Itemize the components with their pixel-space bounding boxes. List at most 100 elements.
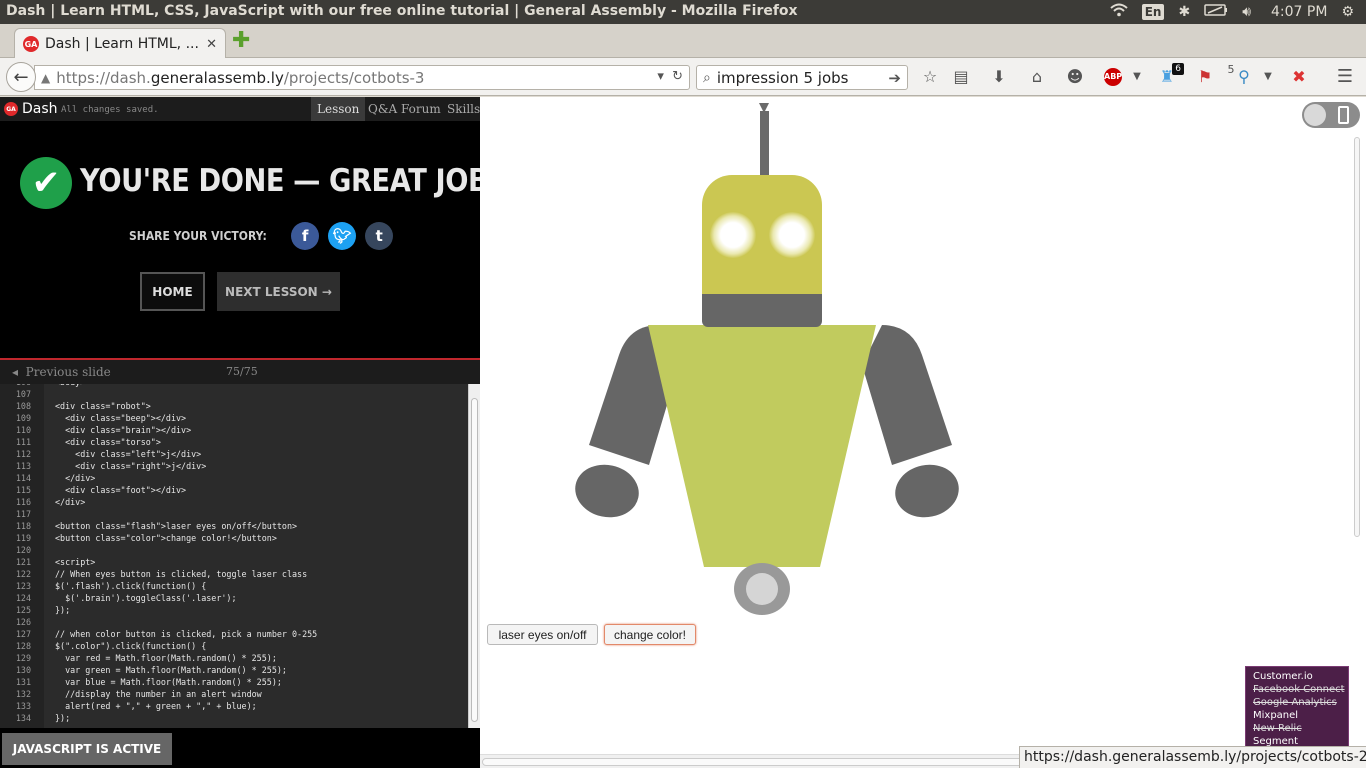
- new-tab-plus-icon[interactable]: ✚: [232, 30, 250, 52]
- chat-icon[interactable]: ☻: [1064, 67, 1086, 87]
- close-tab-icon[interactable]: ✕: [206, 37, 217, 52]
- tab-strip: GA Dash | Learn HTML, ... ✕ ✚: [0, 24, 1366, 59]
- robot-antenna: [760, 111, 769, 175]
- browser-tab[interactable]: GA Dash | Learn HTML, ... ✕: [14, 28, 226, 59]
- extension-puzzle-icon[interactable]: ✖: [1288, 67, 1310, 87]
- menu-hamburger-icon[interactable]: ☰: [1334, 67, 1356, 87]
- preview-vertical-scrollbar[interactable]: [1352, 137, 1362, 537]
- clock[interactable]: 4:07 PM: [1271, 4, 1327, 20]
- wifi-icon[interactable]: [1110, 3, 1128, 21]
- arrow-left-icon: ←: [13, 66, 29, 88]
- code-text: <div class="left">j</div>: [55, 449, 202, 459]
- javascript-status-button[interactable]: JAVASCRIPT IS ACTIVE: [2, 733, 172, 765]
- line-number: 108: [15, 401, 31, 411]
- keyboard-layout-indicator[interactable]: En: [1141, 4, 1165, 20]
- network-extension-icon[interactable]: ⚲: [1233, 67, 1255, 87]
- robot-foot-inner: [746, 573, 778, 605]
- line-number: 114: [15, 473, 31, 483]
- laser-eyes-button[interactable]: laser eyes on/off: [487, 624, 598, 645]
- home-button[interactable]: HOME: [140, 272, 205, 311]
- search-bar[interactable]: ⌕ impression 5 jobs ➔: [696, 65, 908, 90]
- url-dropdown-reload-icon[interactable]: ▾ ↻: [657, 69, 683, 84]
- horizontal-scrollbar-thumb[interactable]: [482, 758, 1042, 766]
- analytics-service-item[interactable]: New Relic: [1253, 722, 1348, 735]
- adblock-plus-icon[interactable]: ABP: [1104, 68, 1122, 86]
- ga-favicon-icon: GA: [23, 36, 39, 52]
- code-text: <button class="color">change color!</but…: [55, 533, 277, 543]
- code-scrollbar-thumb[interactable]: [471, 398, 478, 722]
- code-text: var green = Math.floor(Math.random() * 2…: [55, 665, 287, 675]
- line-number: 120: [15, 545, 31, 555]
- next-lesson-button[interactable]: NEXT LESSON →: [217, 272, 340, 311]
- system-tray: En ✱ 🔊︎ 4:07 PM ⚙: [1110, 0, 1366, 24]
- line-number: 125: [15, 605, 31, 615]
- analytics-service-item[interactable]: Facebook Connect: [1253, 683, 1348, 696]
- code-text: //display the number in an alert window: [55, 689, 262, 699]
- adblock-dropdown-icon[interactable]: ▼: [1126, 67, 1148, 87]
- code-editor[interactable]: 106<body>107108<div class="robot">109 <d…: [0, 384, 480, 728]
- facebook-share-icon[interactable]: f: [291, 222, 320, 250]
- battery-icon[interactable]: [1204, 4, 1228, 20]
- code-text: });: [55, 605, 71, 615]
- line-number: 115: [15, 485, 31, 495]
- code-line: 117: [0, 508, 468, 520]
- line-number: 133: [15, 701, 31, 711]
- code-line: 108 <div class="robot">: [0, 400, 468, 412]
- code-line: 121 <script>: [0, 556, 468, 568]
- bookmarks-list-icon[interactable]: ▤: [950, 67, 972, 87]
- code-line: 109 <div class="beep"></div>: [0, 412, 468, 424]
- mobile-view-toggle[interactable]: [1302, 102, 1360, 128]
- code-editor-scrollbar[interactable]: [468, 384, 480, 728]
- robot-torso: [648, 325, 876, 567]
- code-text: <div class="beep"></div>: [55, 413, 187, 423]
- code-line: 107: [0, 388, 468, 400]
- twitter-share-icon[interactable]: 🐦︎: [328, 222, 357, 250]
- home-icon[interactable]: ⌂: [1026, 67, 1048, 87]
- url-bar[interactable]: ▲ https://dash. generalassemb.ly/projects…: [34, 65, 690, 90]
- line-number: 132: [15, 689, 31, 699]
- change-color-button[interactable]: change color!: [604, 624, 696, 645]
- tab-qa-forum[interactable]: Q&A Forum: [362, 97, 447, 121]
- line-number: 134: [15, 713, 31, 723]
- checkmark-icon: ✔: [20, 157, 72, 209]
- gear-icon[interactable]: ⚙: [1341, 4, 1354, 20]
- code-text: <div class="brain"></div>: [55, 425, 192, 435]
- bluetooth-icon[interactable]: ✱: [1178, 4, 1190, 20]
- code-line: 129 var red = Math.floor(Math.random() *…: [0, 652, 468, 664]
- site-identity-warning-icon[interactable]: ▲: [41, 71, 50, 85]
- vertical-scrollbar-thumb[interactable]: [1354, 137, 1360, 537]
- window-title: Dash | Learn HTML, CSS, JavaScript with …: [6, 3, 798, 19]
- flag-extension-icon[interactable]: ⚑: [1194, 67, 1216, 87]
- line-number: 113: [15, 461, 31, 471]
- ghostery-icon[interactable]: ♜ 6: [1156, 63, 1184, 87]
- downloads-icon[interactable]: ⬇: [988, 67, 1010, 87]
- dash-logo[interactable]: GA Dash: [4, 101, 58, 117]
- bookmark-star-icon[interactable]: ☆: [919, 67, 941, 87]
- line-number: 131: [15, 677, 31, 687]
- search-icon: ⌕: [703, 69, 711, 86]
- line-number: 129: [15, 653, 31, 663]
- slide-navigation: ◂ Previous slide 75/75: [0, 358, 480, 384]
- back-button[interactable]: ←: [6, 62, 36, 92]
- network-dropdown-icon[interactable]: ▼: [1257, 67, 1279, 87]
- code-line: 113 <div class="right">j</div>: [0, 460, 468, 472]
- code-line: 127 // when color button is clicked, pick…: [0, 628, 468, 640]
- analytics-service-item[interactable]: Customer.io: [1253, 670, 1348, 683]
- code-line: 126: [0, 616, 468, 628]
- code-text: var blue = Math.floor(Math.random() * 25…: [55, 677, 282, 687]
- analytics-service-item[interactable]: Google Analytics: [1253, 696, 1348, 709]
- analytics-service-item[interactable]: Mixpanel: [1253, 709, 1348, 722]
- code-text: // When eyes button is clicked, toggle l…: [55, 569, 308, 579]
- volume-icon[interactable]: 🔊︎: [1242, 4, 1251, 20]
- code-line: 123 $('.flash').click(function() {: [0, 580, 468, 592]
- tumblr-share-icon[interactable]: t: [365, 222, 394, 250]
- tab-lesson[interactable]: Lesson: [311, 97, 366, 121]
- code-text: <div class="robot">: [55, 401, 151, 411]
- search-go-arrow-icon[interactable]: ➔: [888, 69, 901, 87]
- code-text: });: [55, 713, 71, 723]
- code-line: 125});: [0, 604, 468, 616]
- analytics-services-panel[interactable]: Customer.io Facebook Connect Google Analyt…: [1245, 666, 1349, 750]
- previous-slide-link[interactable]: ◂ Previous slide: [12, 365, 111, 379]
- code-line: 122 // When eyes button is clicked, toggl…: [0, 568, 468, 580]
- code-line: 131 var blue = Math.floor(Math.random() …: [0, 676, 468, 688]
